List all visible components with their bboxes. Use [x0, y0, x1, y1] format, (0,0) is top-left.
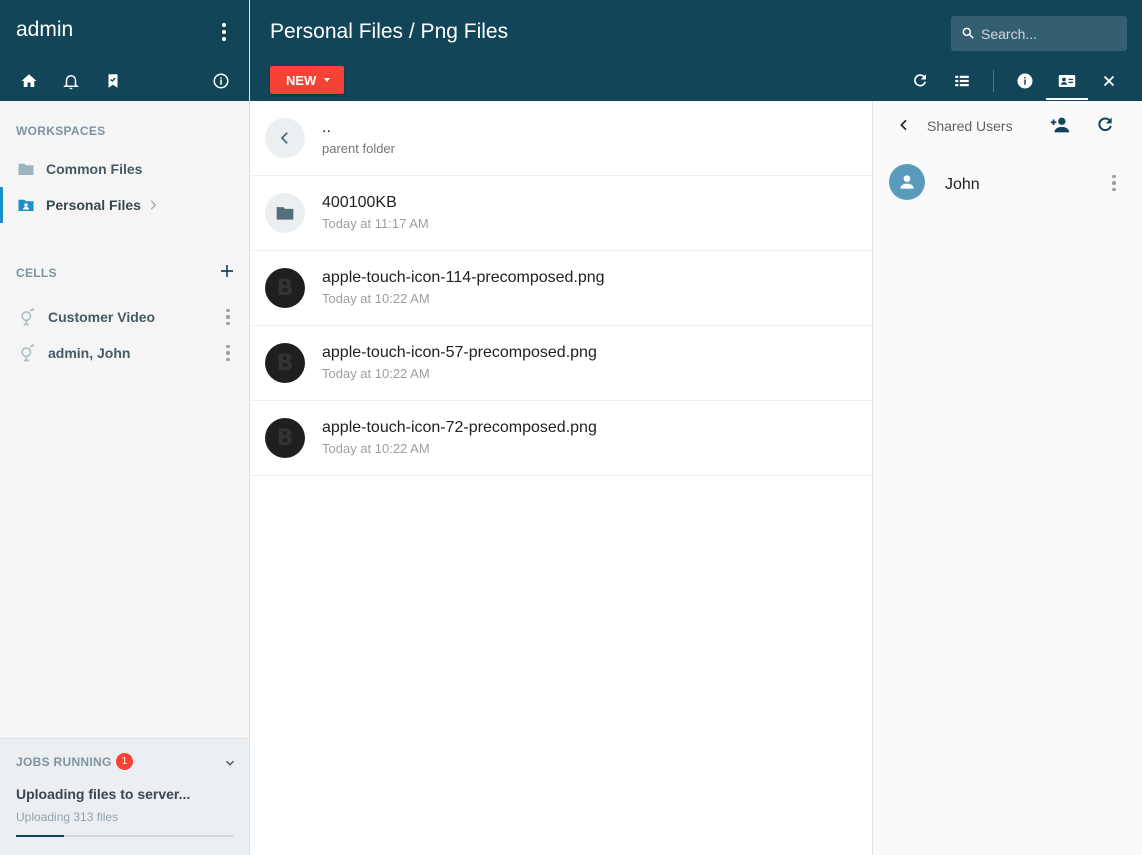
more-vert-icon[interactable] [222, 343, 234, 363]
info-icon[interactable] [1016, 72, 1034, 90]
list-item-file[interactable]: B apple-touch-icon-114-precomposed.png T… [250, 251, 872, 326]
file-name: apple-touch-icon-114-precomposed.png [322, 269, 605, 286]
back-icon [265, 118, 305, 158]
cell-item-label: Customer Video [48, 309, 156, 325]
workspaces-title: WORKSPACES [16, 124, 106, 138]
cell-item-label: admin, John [48, 345, 131, 361]
shared-users-icon[interactable] [1056, 72, 1078, 90]
cell-item-customer-video[interactable]: Customer Video [0, 299, 249, 335]
more-vert-icon[interactable] [222, 307, 234, 327]
close-icon[interactable] [1100, 72, 1118, 90]
refresh-icon[interactable] [1095, 115, 1115, 135]
bookmark-icon[interactable] [104, 72, 122, 90]
list-item-file[interactable]: B apple-touch-icon-72-precomposed.png To… [250, 401, 872, 476]
file-meta: Today at 10:22 AM [322, 291, 430, 306]
search-box[interactable] [951, 16, 1127, 51]
toolbar-divider [993, 70, 994, 92]
person-folder-icon [17, 196, 35, 214]
search-input[interactable] [981, 24, 1121, 44]
image-thumbnail: B [265, 418, 305, 458]
chevron-right-icon [146, 198, 160, 212]
new-button[interactable]: NEW [270, 66, 344, 94]
jobs-count-badge: 1 [116, 753, 133, 770]
add-user-icon[interactable] [1049, 114, 1071, 136]
folder-icon [17, 160, 35, 178]
user-name[interactable]: admin [16, 18, 73, 42]
refresh-icon[interactable] [911, 72, 929, 90]
file-list: .. parent folder 400100KB Today at 11:17… [250, 101, 872, 855]
add-cell-icon[interactable] [218, 262, 236, 280]
shared-user-name: John [945, 176, 980, 193]
chevron-left-icon[interactable] [896, 117, 912, 133]
file-meta: Today at 10:22 AM [322, 441, 430, 456]
job-detail: Uploading 313 files [16, 810, 119, 824]
chevron-down-icon[interactable] [223, 756, 237, 770]
job-progress-fill [16, 835, 64, 837]
file-name: apple-touch-icon-57-precomposed.png [322, 344, 597, 361]
folder-icon [265, 193, 305, 233]
file-meta: Today at 11:17 AM [322, 216, 429, 231]
cell-icon [18, 343, 38, 363]
jobs-panel: JOBS RUNNING 1 Uploading files to server… [0, 738, 249, 855]
new-button-label: NEW [286, 72, 317, 88]
avatar [889, 164, 925, 200]
caret-down-icon [324, 78, 331, 82]
file-name: apple-touch-icon-72-precomposed.png [322, 419, 597, 436]
bell-icon[interactable] [62, 72, 80, 90]
user-menu-icon[interactable] [214, 20, 234, 44]
shared-user-row[interactable]: John [873, 161, 1142, 207]
sidebar-header: admin [0, 0, 249, 101]
sidebar-item-common-files[interactable]: Common Files [0, 151, 249, 187]
cell-icon [18, 307, 38, 327]
main-header: Personal Files / Png Files NEW [250, 0, 1142, 101]
file-meta: parent folder [322, 141, 395, 156]
sidebar-item-label: Common Files [46, 161, 143, 177]
cell-item-admin-john[interactable]: admin, John [0, 335, 249, 371]
sidebar-item-personal-files[interactable]: Personal Files [0, 187, 249, 223]
job-status: Uploading files to server... [16, 786, 191, 802]
more-vert-icon[interactable] [1108, 173, 1120, 193]
jobs-title: JOBS RUNNING [16, 755, 112, 769]
active-tab-indicator [1046, 98, 1088, 100]
sidebar-item-label: Personal Files [46, 197, 141, 213]
image-thumbnail: B [265, 343, 305, 383]
list-item-parent-folder[interactable]: .. parent folder [250, 101, 872, 176]
home-icon[interactable] [20, 72, 38, 90]
list-view-icon[interactable] [953, 72, 971, 90]
info-icon[interactable] [212, 72, 230, 90]
file-name: 400100KB [322, 194, 397, 211]
search-icon [962, 27, 974, 39]
file-name: .. [322, 119, 331, 136]
shared-users-panel: Shared Users John [872, 101, 1142, 855]
list-item-file[interactable]: B apple-touch-icon-57-precomposed.png To… [250, 326, 872, 401]
sidebar: admin WORKSPACES Common Files Personal F… [0, 0, 250, 855]
cells-title: CELLS [16, 266, 57, 280]
image-thumbnail: B [265, 268, 305, 308]
list-item-folder[interactable]: 400100KB Today at 11:17 AM [250, 176, 872, 251]
panel-title: Shared Users [927, 118, 1013, 134]
breadcrumb: Personal Files / Png Files [270, 20, 509, 43]
file-meta: Today at 10:22 AM [322, 366, 430, 381]
job-progress-bar [16, 835, 233, 837]
